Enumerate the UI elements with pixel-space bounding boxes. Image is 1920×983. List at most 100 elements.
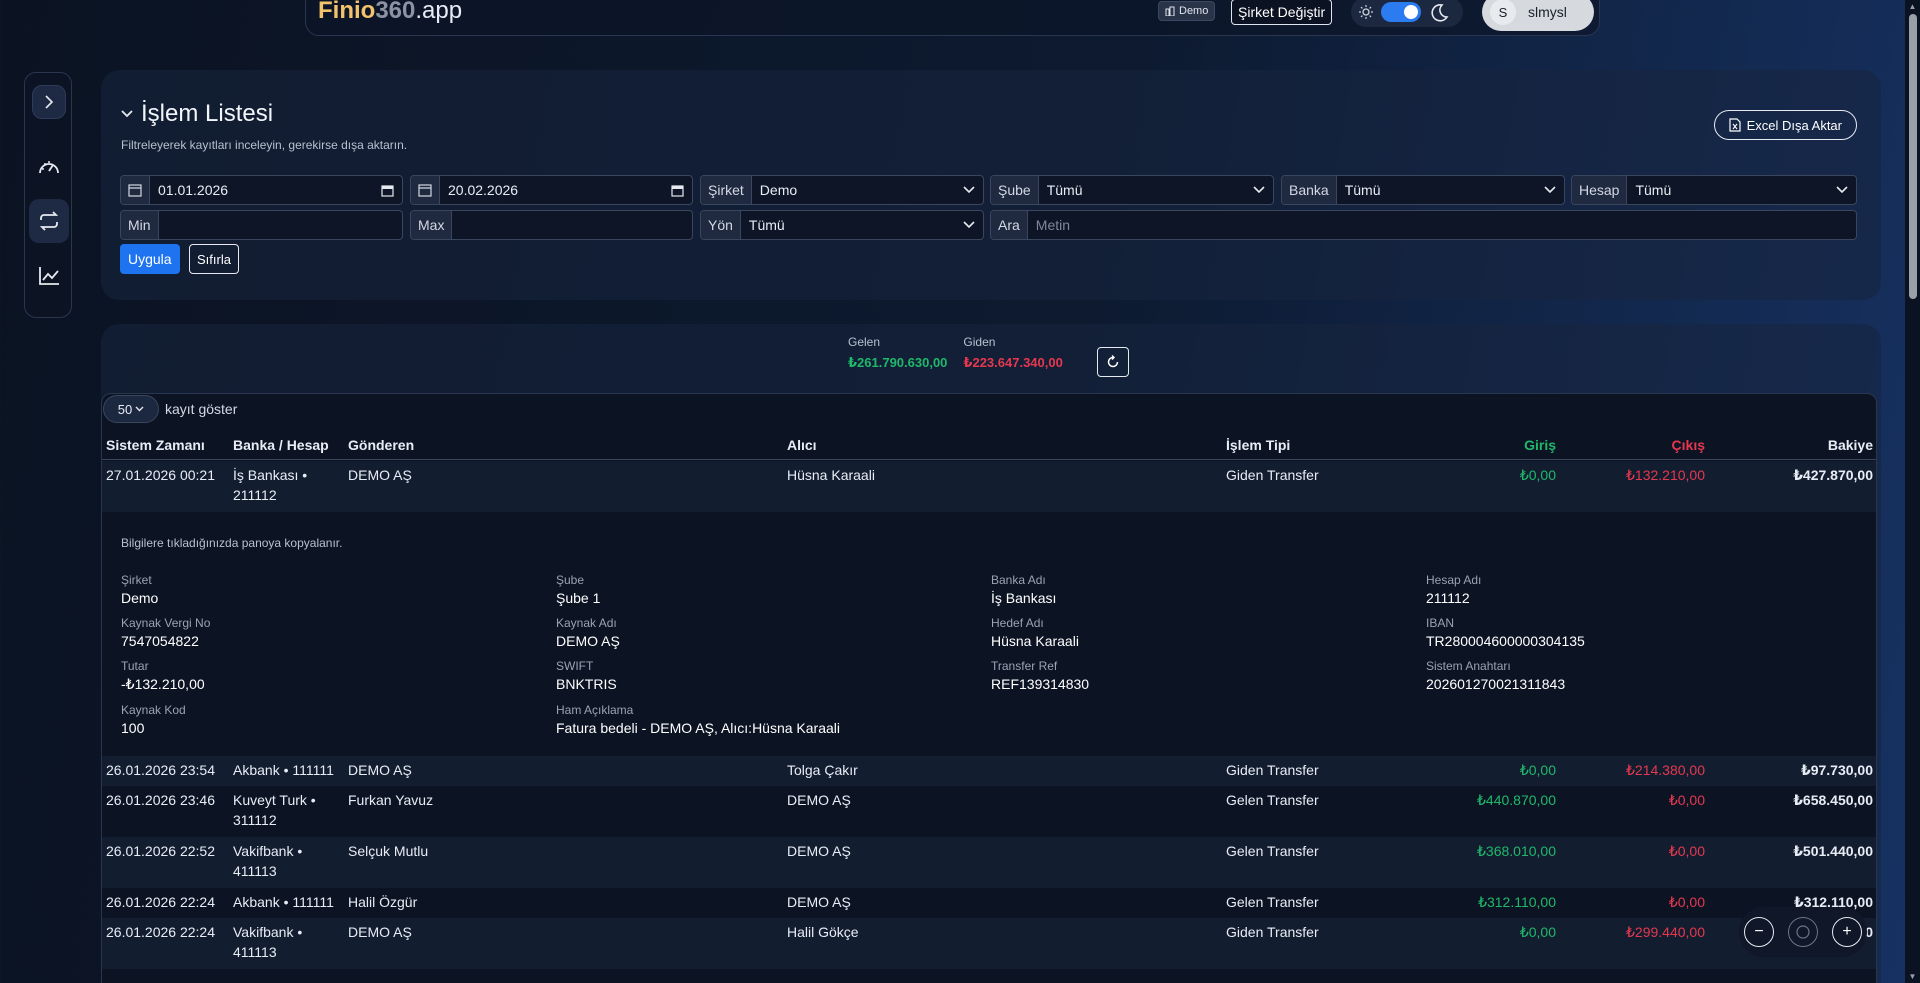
outgoing-total-label: Giden xyxy=(963,335,996,349)
detail-value: 7547054822 xyxy=(121,633,199,649)
bank-select[interactable]: Banka Tümü xyxy=(1281,175,1565,205)
scroll-thumb[interactable] xyxy=(1909,14,1917,299)
cell-out: ₺0,00 xyxy=(1668,843,1705,859)
date-to-field[interactable]: 20.02.2026 xyxy=(410,175,693,205)
zoom-in-button[interactable]: + xyxy=(1832,917,1862,947)
detail-value: Demo xyxy=(121,590,159,606)
brand-part-3: .app xyxy=(415,0,463,24)
brand-logo[interactable]: Finio360.app xyxy=(318,0,462,25)
page-subtitle: Filtreleyerek kayıtları inceleyin, gerek… xyxy=(121,138,408,152)
cell-out: ₺299.440,00 xyxy=(1626,924,1705,940)
search-label: Ara xyxy=(991,211,1028,239)
detail-bank[interactable]: Banka Adı İş Bankası xyxy=(991,573,1411,608)
detail-value: Şube 1 xyxy=(556,590,601,606)
chevron-down-icon xyxy=(1836,186,1848,194)
search-field[interactable]: Ara Metin xyxy=(990,210,1857,240)
detail-label: Kaynak Kod xyxy=(121,703,186,717)
detail-source-code[interactable]: Kaynak Kod 100 xyxy=(121,703,541,738)
sidebar-expand-button[interactable] xyxy=(32,85,66,119)
date-picker-icon[interactable] xyxy=(671,184,684,197)
detail-company[interactable]: Şirket Demo xyxy=(121,573,541,608)
sidebar-item-transactions[interactable] xyxy=(29,199,69,243)
user-menu[interactable]: S slmysl xyxy=(1482,0,1594,31)
detail-swift[interactable]: SWIFT BNKTRIS xyxy=(556,659,976,694)
detail-label: Banka Adı xyxy=(991,573,1046,587)
line-chart-icon xyxy=(39,267,59,285)
sun-icon xyxy=(1359,5,1373,19)
header-balance[interactable]: Bakiye xyxy=(1713,435,1873,455)
demo-badge-label: Demo xyxy=(1179,5,1209,17)
header-to[interactable]: Alıcı xyxy=(787,435,1207,455)
excel-export-button[interactable]: Excel Dışa Aktar xyxy=(1713,110,1857,140)
min-amount-field[interactable]: Min xyxy=(120,210,403,240)
table-row[interactable]: 27.01.2026 00:21 İş Bankası • 211112 DEM… xyxy=(102,461,1876,512)
theme-switch[interactable] xyxy=(1381,2,1421,22)
totals-summary: Gelen ₺261.790.630,00 Giden ₺223.647.340… xyxy=(848,335,1063,371)
header-time[interactable]: Sistem Zamanı xyxy=(106,435,226,455)
header-out[interactable]: Çıkış xyxy=(1545,435,1705,455)
detail-label: Hesap Adı xyxy=(1426,573,1482,587)
max-amount-input[interactable] xyxy=(452,211,692,239)
detail-tax-no[interactable]: Kaynak Vergi No 7547054822 xyxy=(121,616,541,651)
detail-iban[interactable]: IBAN TR280004600000304135 xyxy=(1426,616,1846,651)
table-row[interactable]: 26.01.2026 23:54 Akbank • 111111 DEMO AŞ… xyxy=(102,756,1876,786)
reset-button[interactable]: Sıfırla xyxy=(189,244,239,274)
detail-amount[interactable]: Tutar -₺132.210,00 xyxy=(121,659,541,694)
date-from-field[interactable]: 01.01.2026 xyxy=(120,175,403,205)
page-scrollbar[interactable]: ▲ ▼ xyxy=(1905,0,1920,983)
scroll-down-arrow[interactable]: ▼ xyxy=(1908,972,1917,981)
table-row[interactable]: 26.01.2026 22:24 Vakifbank • 411113 DEMO… xyxy=(102,918,1876,969)
table-row[interactable]: 26.01.2026 22:24 Akbank • 111111 Halil Ö… xyxy=(102,888,1876,918)
cell-to: Hüsna Karaali xyxy=(787,467,875,483)
incoming-total-value: ₺261.790.630,00 xyxy=(848,355,948,370)
cell-bank: Vakifbank • 411113 xyxy=(233,924,303,960)
row-detail-panel: Bilgilere tıkladığınızda panoya kopyalan… xyxy=(102,512,1876,756)
detail-account[interactable]: Hesap Adı 211112 xyxy=(1426,573,1846,608)
chevron-down-icon xyxy=(121,110,133,118)
calendar-icon xyxy=(121,176,150,204)
transactions-table: 50 kayıt göster Sistem Zamanı Banka / He… xyxy=(101,393,1877,983)
account-select[interactable]: Hesap Tümü xyxy=(1571,175,1857,205)
page-title[interactable]: İşlem Listesi xyxy=(121,100,273,128)
detail-transfer-ref[interactable]: Transfer Ref REF139314830 xyxy=(991,659,1411,694)
header-in[interactable]: Giriş xyxy=(1396,435,1556,455)
date-picker-icon[interactable] xyxy=(381,184,394,197)
detail-branch[interactable]: Şube Şube 1 xyxy=(556,573,976,608)
table-row[interactable]: 26.01.2026 22:52 Vakifbank • 411113 Selç… xyxy=(102,837,1876,888)
detail-hint: Bilgilere tıkladığınızda panoya kopyalan… xyxy=(121,536,343,550)
cell-in: ₺368.010,00 xyxy=(1477,843,1556,859)
refresh-button[interactable] xyxy=(1097,347,1129,377)
account-select-value: Tümü xyxy=(1635,182,1672,198)
header-from[interactable]: Gönderen xyxy=(348,435,768,455)
zoom-out-button[interactable]: − xyxy=(1744,917,1774,947)
detail-raw-description[interactable]: Ham Açıklama Fatura bedeli - DEMO AŞ, Alı… xyxy=(556,703,1356,738)
cell-bank: Kuveyt Turk • 311112 xyxy=(233,792,316,828)
circle-icon xyxy=(1796,925,1810,939)
scroll-up-arrow[interactable]: ▲ xyxy=(1908,2,1917,11)
max-amount-field[interactable]: Max xyxy=(410,210,693,240)
search-input[interactable]: Metin xyxy=(1028,211,1856,239)
zoom-reset-button[interactable] xyxy=(1788,917,1818,947)
header-bank[interactable]: Banka / Hesap xyxy=(233,435,333,455)
min-amount-input[interactable] xyxy=(159,211,402,239)
page-length-select[interactable]: 50 xyxy=(103,395,159,423)
detail-system-key[interactable]: Sistem Anahtarı 202601270021311843 xyxy=(1426,659,1846,694)
branch-select[interactable]: Şube Tümü xyxy=(990,175,1274,205)
table-row[interactable]: 26.01.2026 23:46 Kuveyt Turk • 311112 Fu… xyxy=(102,786,1876,837)
detail-target[interactable]: Hedef Adı Hüsna Karaali xyxy=(991,616,1411,651)
demo-badge: Demo xyxy=(1158,1,1216,21)
avatar: S xyxy=(1490,0,1516,25)
sidebar-item-dashboard[interactable] xyxy=(32,150,66,184)
theme-toggle[interactable] xyxy=(1351,0,1463,27)
direction-select[interactable]: Yön Tümü xyxy=(700,210,984,240)
company-switch-button[interactable]: Şirket Değiştir xyxy=(1231,0,1333,25)
detail-source[interactable]: Kaynak Adı DEMO AŞ xyxy=(556,616,976,651)
cell-in: ₺312.110,00 xyxy=(1478,894,1556,910)
company-select[interactable]: Şirket Demo xyxy=(700,175,984,205)
cell-from: DEMO AŞ xyxy=(348,762,412,778)
brand-part-1: Finio xyxy=(318,0,376,24)
detail-value: 202601270021311843 xyxy=(1426,676,1566,692)
branch-select-label: Şube xyxy=(991,176,1039,204)
apply-button[interactable]: Uygula xyxy=(120,244,180,274)
sidebar-item-reports[interactable] xyxy=(32,259,66,293)
